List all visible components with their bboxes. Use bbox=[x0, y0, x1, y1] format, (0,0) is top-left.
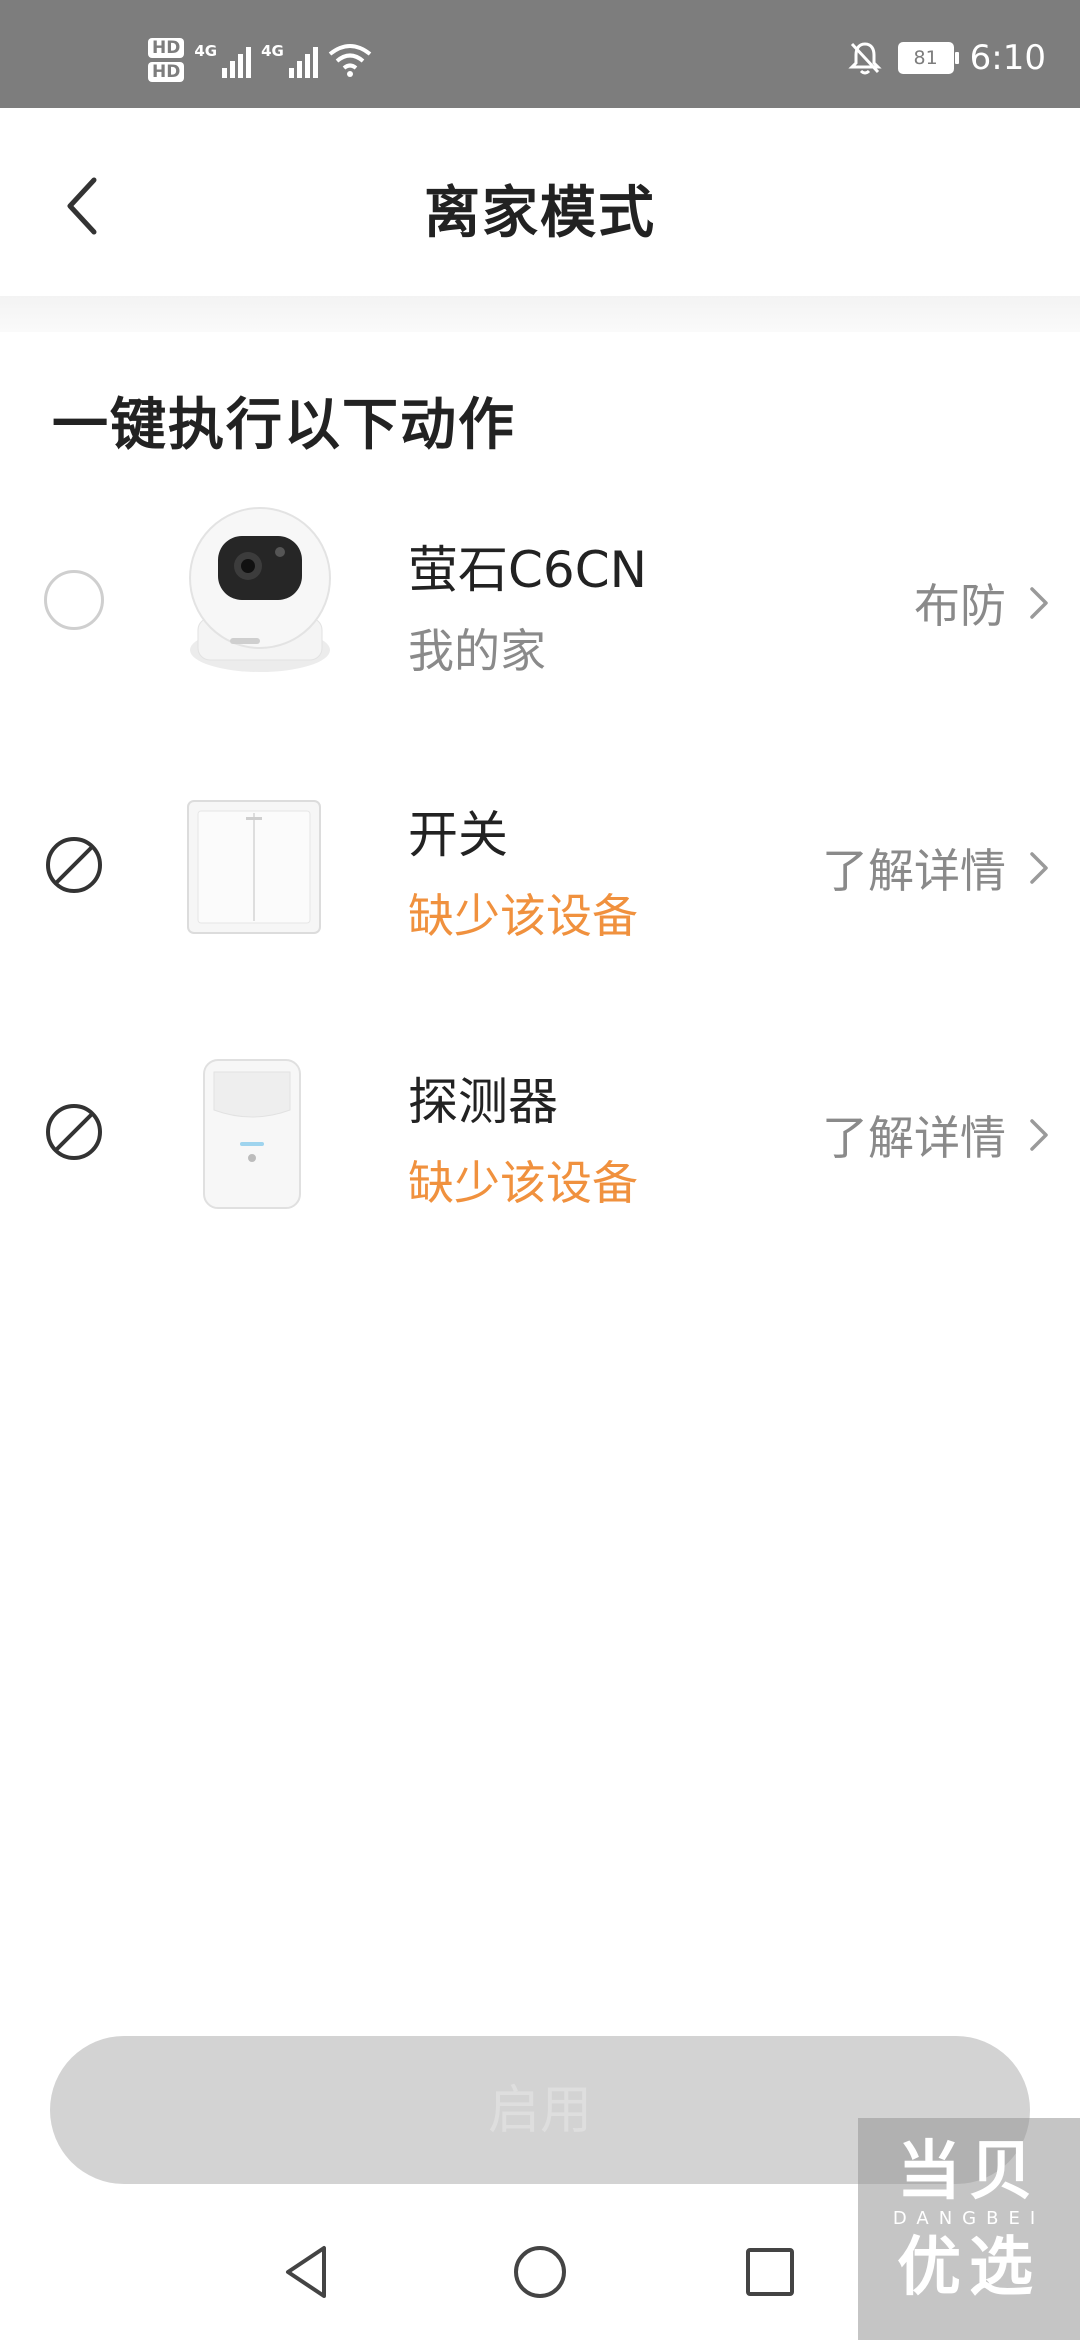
section-title: 一键执行以下动作 bbox=[52, 393, 516, 458]
learn-more-link[interactable]: 了解详情 bbox=[822, 1102, 1050, 1168]
header-divider bbox=[0, 296, 1080, 332]
missing-device-warning: 缺少该设备 bbox=[408, 1156, 638, 1210]
nav-back-icon[interactable] bbox=[276, 2240, 340, 2304]
action-label: 了解详情 bbox=[822, 1111, 1006, 1165]
detector-device-image bbox=[203, 1059, 301, 1209]
learn-more-link[interactable]: 了解详情 bbox=[822, 835, 1050, 901]
status-right: 81 6:10 bbox=[848, 38, 1046, 78]
device-name: 开关 bbox=[408, 806, 508, 864]
device-name: 萤石C6CN bbox=[408, 541, 648, 599]
switch-device-image bbox=[187, 800, 321, 934]
chevron-right-icon bbox=[1030, 1119, 1048, 1151]
screen: HD HD 4G 4G 81 6:10 离家模式 一键执行以下动作 萤石C6CN… bbox=[0, 0, 1080, 2340]
sim1-label: 4G bbox=[194, 42, 218, 60]
device-row-camera[interactable]: 萤石C6CN 我的家 布防 bbox=[0, 500, 1080, 700]
signal-icon-sim2: 4G bbox=[261, 42, 318, 78]
dangbei-watermark: 当贝 DANGBEI 优选 bbox=[858, 2118, 1080, 2340]
wifi-icon bbox=[328, 44, 372, 77]
page-title: 离家模式 bbox=[424, 181, 656, 246]
hd-badge-2: HD bbox=[148, 62, 185, 82]
battery-icon: 81 bbox=[897, 42, 959, 74]
device-row-detector[interactable]: 探测器 缺少该设备 了解详情 bbox=[0, 1032, 1080, 1232]
watermark-top: 当贝 bbox=[897, 2135, 1041, 2209]
nav-home-icon[interactable] bbox=[508, 2240, 572, 2304]
camera-device-image bbox=[189, 507, 331, 672]
status-left: HD HD 4G 4G bbox=[148, 30, 372, 90]
device-name: 探测器 bbox=[408, 1073, 558, 1131]
watermark-bottom: 优选 bbox=[897, 2231, 1041, 2305]
missing-device-warning: 缺少该设备 bbox=[408, 889, 638, 943]
device-row-switch[interactable]: 开关 缺少该设备 了解详情 bbox=[0, 765, 1080, 965]
action-label: 了解详情 bbox=[822, 844, 1006, 898]
watermark-middle: DANGBEI bbox=[892, 2208, 1046, 2229]
unavailable-icon bbox=[46, 837, 102, 893]
bell-muted-icon bbox=[848, 42, 882, 75]
signal-icon-sim1: 4G bbox=[194, 42, 252, 78]
hd-badges: HD HD bbox=[148, 38, 185, 82]
unavailable-icon bbox=[46, 1104, 102, 1160]
hd-badge-1: HD bbox=[148, 38, 185, 58]
select-radio[interactable] bbox=[44, 570, 104, 630]
app-header: 离家模式 bbox=[0, 108, 1080, 296]
device-location: 我的家 bbox=[408, 624, 546, 678]
nav-recents-icon[interactable] bbox=[738, 2240, 802, 2304]
sim2-label: 4G bbox=[261, 42, 284, 60]
status-bar: HD HD 4G 4G 81 6:10 bbox=[0, 0, 1080, 108]
action-label: 布防 bbox=[914, 579, 1006, 633]
chevron-right-icon bbox=[1030, 587, 1048, 619]
clock: 6:10 bbox=[969, 38, 1046, 78]
arm-action-link[interactable]: 布防 bbox=[914, 570, 1050, 636]
chevron-right-icon bbox=[1030, 852, 1048, 884]
